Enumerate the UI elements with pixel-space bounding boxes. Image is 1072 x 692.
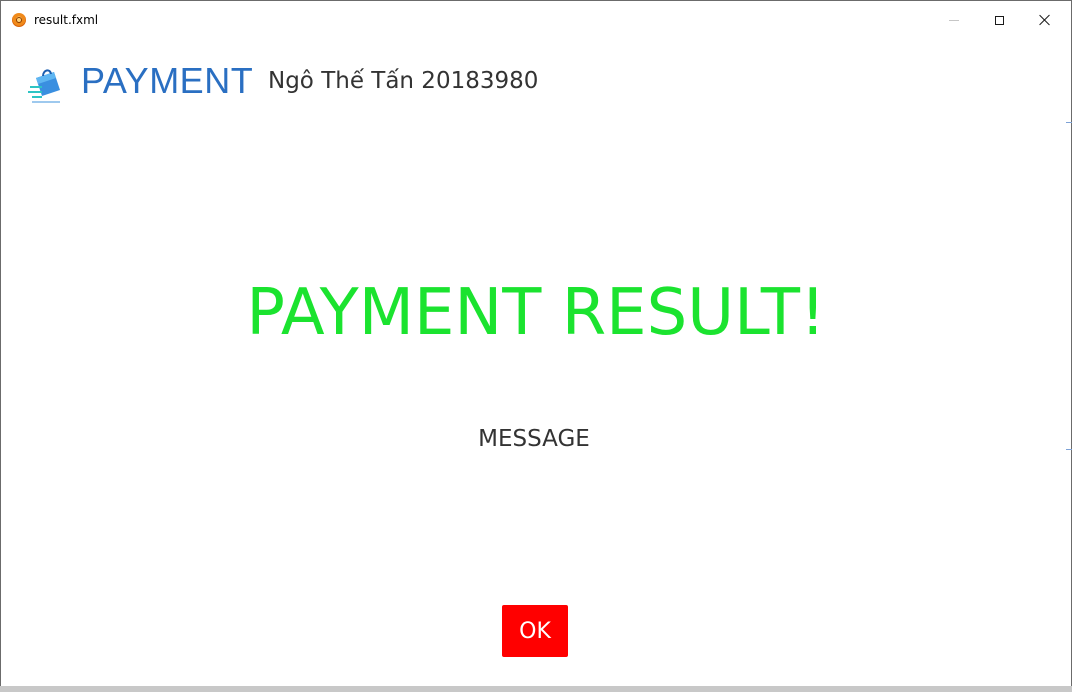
minimize-button[interactable]	[931, 1, 977, 39]
close-icon	[1039, 14, 1051, 26]
student-name: Ngô Thế Tấn 20183980	[268, 68, 539, 94]
app-icon	[12, 13, 26, 27]
window-bottom-edge	[0, 686, 1072, 692]
window-title: result.fxml	[34, 13, 99, 27]
close-button[interactable]	[1022, 1, 1068, 39]
payment-result-heading: PAYMENT RESULT!	[246, 276, 826, 350]
minimize-icon	[949, 19, 959, 21]
shopping-bag-logo	[28, 69, 60, 103]
brand-title: PAYMENT	[81, 60, 254, 101]
result-message: MESSAGE	[478, 426, 590, 452]
maximize-button[interactable]	[976, 1, 1022, 39]
edge-divider	[1066, 122, 1072, 123]
title-bar[interactable]: result.fxml	[1, 1, 1071, 39]
ok-button[interactable]: OK	[502, 605, 568, 657]
maximize-icon	[994, 15, 1004, 25]
